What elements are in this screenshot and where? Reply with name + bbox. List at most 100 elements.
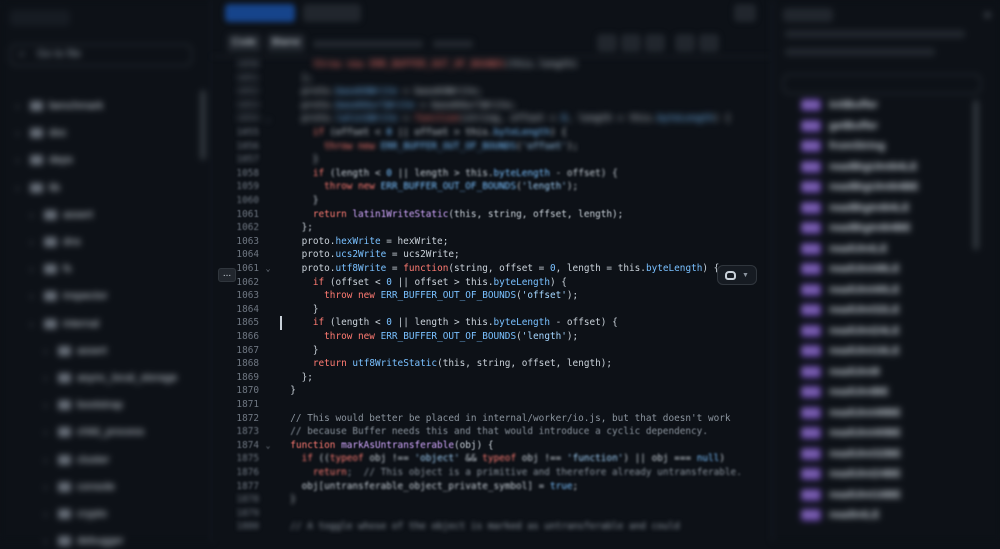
code-line[interactable]: 1880 // A toggle whose of the object is … [213, 520, 770, 534]
file-tree-item[interactable]: › child_process [44, 424, 144, 440]
line-number[interactable]: 1877 [213, 480, 259, 494]
code-line[interactable]: 1052 proto.base64Write = base64Write; [213, 85, 770, 99]
symbol-item[interactable]: func readBigInt64BE [801, 221, 911, 235]
code-line[interactable]: 1866 throw new ERR_BUFFER_OUT_OF_BOUNDS(… [213, 330, 770, 344]
symbol-item[interactable]: func getBuffer [801, 119, 878, 133]
copilot-button[interactable]: ▼ [717, 265, 757, 285]
code-line[interactable]: 1864 } [213, 303, 770, 317]
file-tree-item[interactable]: › deps [16, 152, 73, 168]
file-tree-item[interactable]: › lib [16, 180, 60, 196]
code-line[interactable]: 1060 } [213, 194, 770, 208]
line-number[interactable]: 1867 [213, 344, 259, 358]
code-view-button[interactable]: Code [227, 34, 261, 52]
line-number[interactable]: 1873 [213, 425, 259, 439]
symbol-item[interactable]: func readUInt48LE [801, 262, 900, 276]
file-tree-item[interactable]: › assert [30, 207, 93, 223]
fold-chevron-icon[interactable]: ⌄ [263, 262, 273, 276]
symbol-item[interactable]: func readUInt24LE [801, 324, 900, 338]
line-number[interactable]: 1054 [213, 112, 259, 126]
symbol-item[interactable]: func readUIntLE [801, 242, 888, 256]
line-number[interactable]: 1063 [213, 289, 259, 303]
file-tree-item[interactable]: › fs [30, 261, 72, 277]
code-line[interactable]: 1057 } [213, 153, 770, 167]
tab-blame[interactable] [303, 4, 361, 22]
blame-view-button[interactable]: Blame [267, 34, 305, 52]
symbol-item[interactable]: func initBuffer [801, 98, 878, 112]
file-tree-item[interactable]: › console [44, 479, 115, 495]
file-tree-item[interactable]: › cluster [44, 452, 109, 468]
line-number[interactable]: 1059 [213, 180, 259, 194]
code-line[interactable]: 1872 // This would better be placed in i… [213, 412, 770, 426]
tab-code[interactable] [225, 4, 295, 22]
symbol-item[interactable]: func readBigUInt64LE [801, 160, 918, 174]
code-line[interactable]: 1062 }; [213, 221, 770, 235]
symbol-item[interactable]: func readBigInt64LE [801, 201, 910, 215]
symbols-toggle-button[interactable] [699, 34, 719, 52]
fold-chevron-icon[interactable]: ⌄ [263, 112, 273, 126]
code-line[interactable]: 1053 proto.base64urlWrite = base64urlWri… [213, 99, 770, 113]
file-tree-item[interactable]: › crypto [44, 506, 107, 522]
code-line[interactable]: 1064 proto.ucs2Write = ucs2Write; [213, 248, 770, 262]
line-number[interactable]: 1056 [213, 140, 259, 154]
code-line[interactable]: 1865 if (length < 0 || length > this.byt… [213, 316, 770, 330]
code-line[interactable]: 1056 throw new ERR_BUFFER_OUT_OF_BOUNDS(… [213, 140, 770, 154]
line-number[interactable]: 1058 [213, 167, 259, 181]
line-number[interactable]: 1869 [213, 371, 259, 385]
line-number[interactable]: 1874 [213, 439, 259, 453]
code-line[interactable]: 1063 proto.hexWrite = hexWrite; [213, 235, 770, 249]
file-tree-item[interactable]: › benchmark [16, 98, 103, 114]
file-tree-item[interactable]: › async_local_storage [44, 370, 177, 386]
line-number[interactable]: 1866 [213, 330, 259, 344]
line-number[interactable]: 1050 [213, 58, 259, 72]
code-line[interactable]: 1877 obj[untransferable_object_private_s… [213, 480, 770, 494]
file-search-input[interactable]: ⌕ Go to file [10, 44, 192, 66]
code-line[interactable]: 1873 // because Buffer needs this and th… [213, 425, 770, 439]
line-number[interactable]: 1051 [213, 72, 259, 86]
line-number[interactable]: 1865 [213, 316, 259, 330]
close-icon[interactable]: × [984, 8, 991, 22]
code-line[interactable]: 1871 [213, 398, 770, 412]
line-number[interactable]: 1864 [213, 303, 259, 317]
line-number[interactable]: 1868 [213, 357, 259, 371]
symbols-filter-input[interactable] [783, 74, 981, 94]
line-number[interactable]: 1063 [213, 235, 259, 249]
code-line[interactable]: 1063 throw new ERR_BUFFER_OUT_OF_BOUNDS(… [213, 289, 770, 303]
line-number[interactable]: 1057 [213, 153, 259, 167]
line-number[interactable]: 1064 [213, 248, 259, 262]
code-line[interactable]: 1061 return latin1WriteStatic(this, stri… [213, 208, 770, 222]
code-line[interactable]: 1878 } [213, 493, 770, 507]
code-line[interactable]: 1054 ⌄ proto.latin1Write = function(strin… [213, 112, 770, 126]
code-line[interactable]: 1051 }; [213, 72, 770, 86]
code-line[interactable]: 1055 if (offset < 0 || offset > this.byt… [213, 126, 770, 140]
line-number[interactable]: 1055 [213, 126, 259, 140]
file-tree-item[interactable]: › debugger [44, 533, 124, 549]
line-number[interactable]: 1879 [213, 507, 259, 521]
edit-button[interactable] [675, 34, 695, 52]
line-number[interactable]: 1880 [213, 520, 259, 534]
symbol-item[interactable]: func readUInt48BE [801, 406, 901, 420]
code-lines[interactable]: 1050 throw new ERR_BUFFER_OUT_OF_BOUNDS(… [213, 58, 770, 541]
line-options-button[interactable]: ... [218, 268, 236, 282]
line-number[interactable]: 1062 [213, 221, 259, 235]
symbol-item[interactable]: func readUInt40BE [801, 426, 901, 440]
symbol-item[interactable]: func readUInt8 [801, 365, 880, 379]
symbol-item[interactable]: func readUIntBE [801, 385, 889, 399]
file-tree-item[interactable]: › dns [30, 234, 81, 250]
code-line[interactable]: 1062 if (offset < 0 || offset > this.byt… [213, 276, 770, 290]
symbol-item[interactable]: func readUInt16LE [801, 344, 900, 358]
code-line[interactable]: 1879 [213, 507, 770, 521]
symbol-item[interactable]: func readBigUInt64BE [801, 180, 919, 194]
file-tree-item[interactable]: › assert [44, 343, 107, 359]
line-number[interactable]: 1871 [213, 398, 259, 412]
line-number[interactable]: 1053 [213, 99, 259, 113]
code-line[interactable]: 1875 if ((typeof obj !== 'object' && typ… [213, 452, 770, 466]
line-number[interactable]: 1060 [213, 194, 259, 208]
code-line[interactable]: 1876 return; // This object is a primiti… [213, 466, 770, 480]
file-tree-scrollbar[interactable] [200, 90, 206, 160]
file-tree-item[interactable]: › bootstrap [44, 397, 123, 413]
line-number[interactable]: 1061 [213, 208, 259, 222]
symbol-item[interactable]: func readUInt32BE [801, 447, 901, 461]
file-tree-item[interactable]: › doc [16, 125, 67, 141]
line-number[interactable]: 1878 [213, 493, 259, 507]
code-line[interactable]: 1050 throw new ERR_BUFFER_OUT_OF_BOUNDS(… [213, 58, 770, 72]
